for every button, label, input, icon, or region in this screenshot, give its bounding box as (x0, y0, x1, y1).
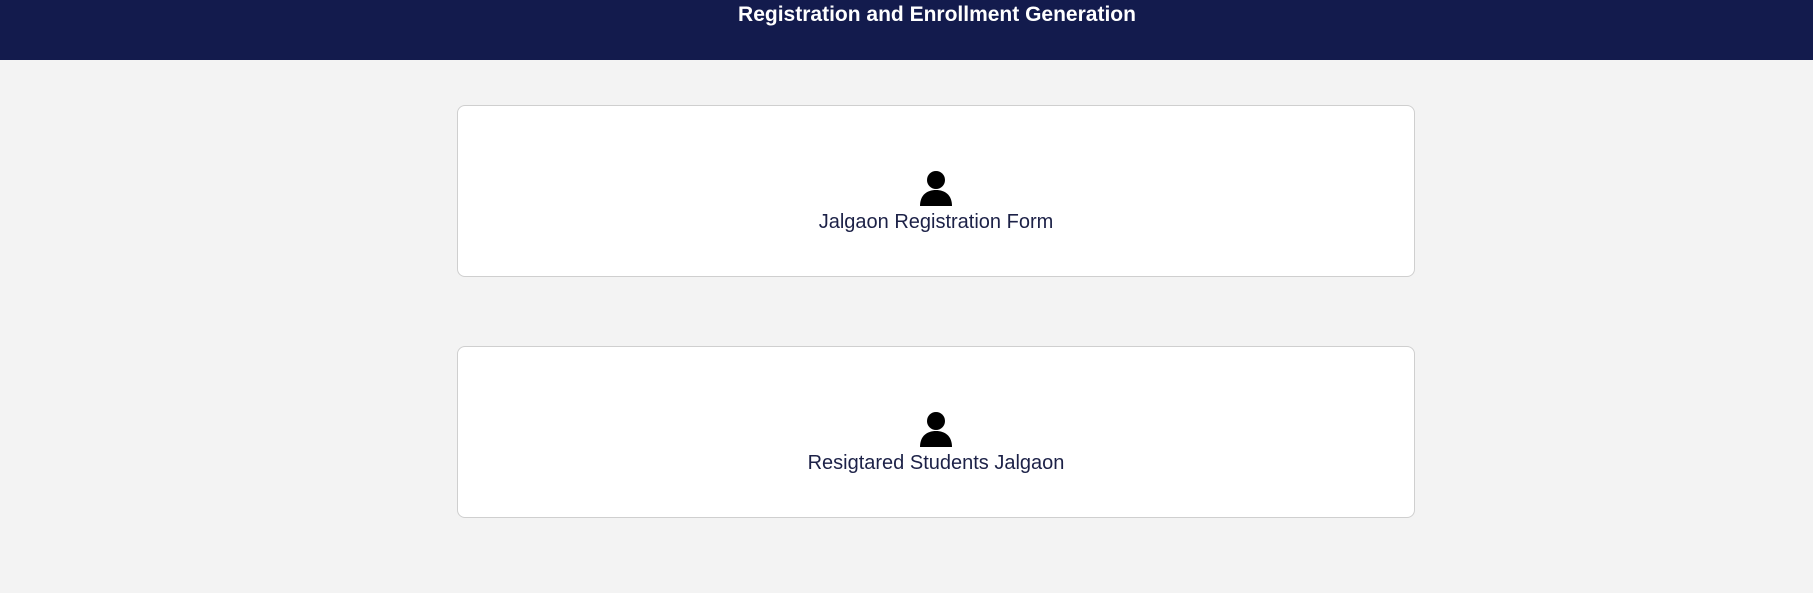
top-header: Registration and Enrollment Generation (0, 0, 1813, 60)
card-label: Resigtared Students Jalgaon (807, 452, 1065, 474)
page-title: Registration and Enrollment Generation (738, 3, 1136, 26)
registered-students-jalgaon-card[interactable]: Resigtared Students Jalgaon (457, 346, 1415, 518)
user-icon (920, 412, 952, 447)
card-label: Jalgaon Registration Form (818, 211, 1054, 233)
user-icon (920, 171, 952, 206)
jalgaon-registration-form-card[interactable]: Jalgaon Registration Form (457, 105, 1415, 277)
